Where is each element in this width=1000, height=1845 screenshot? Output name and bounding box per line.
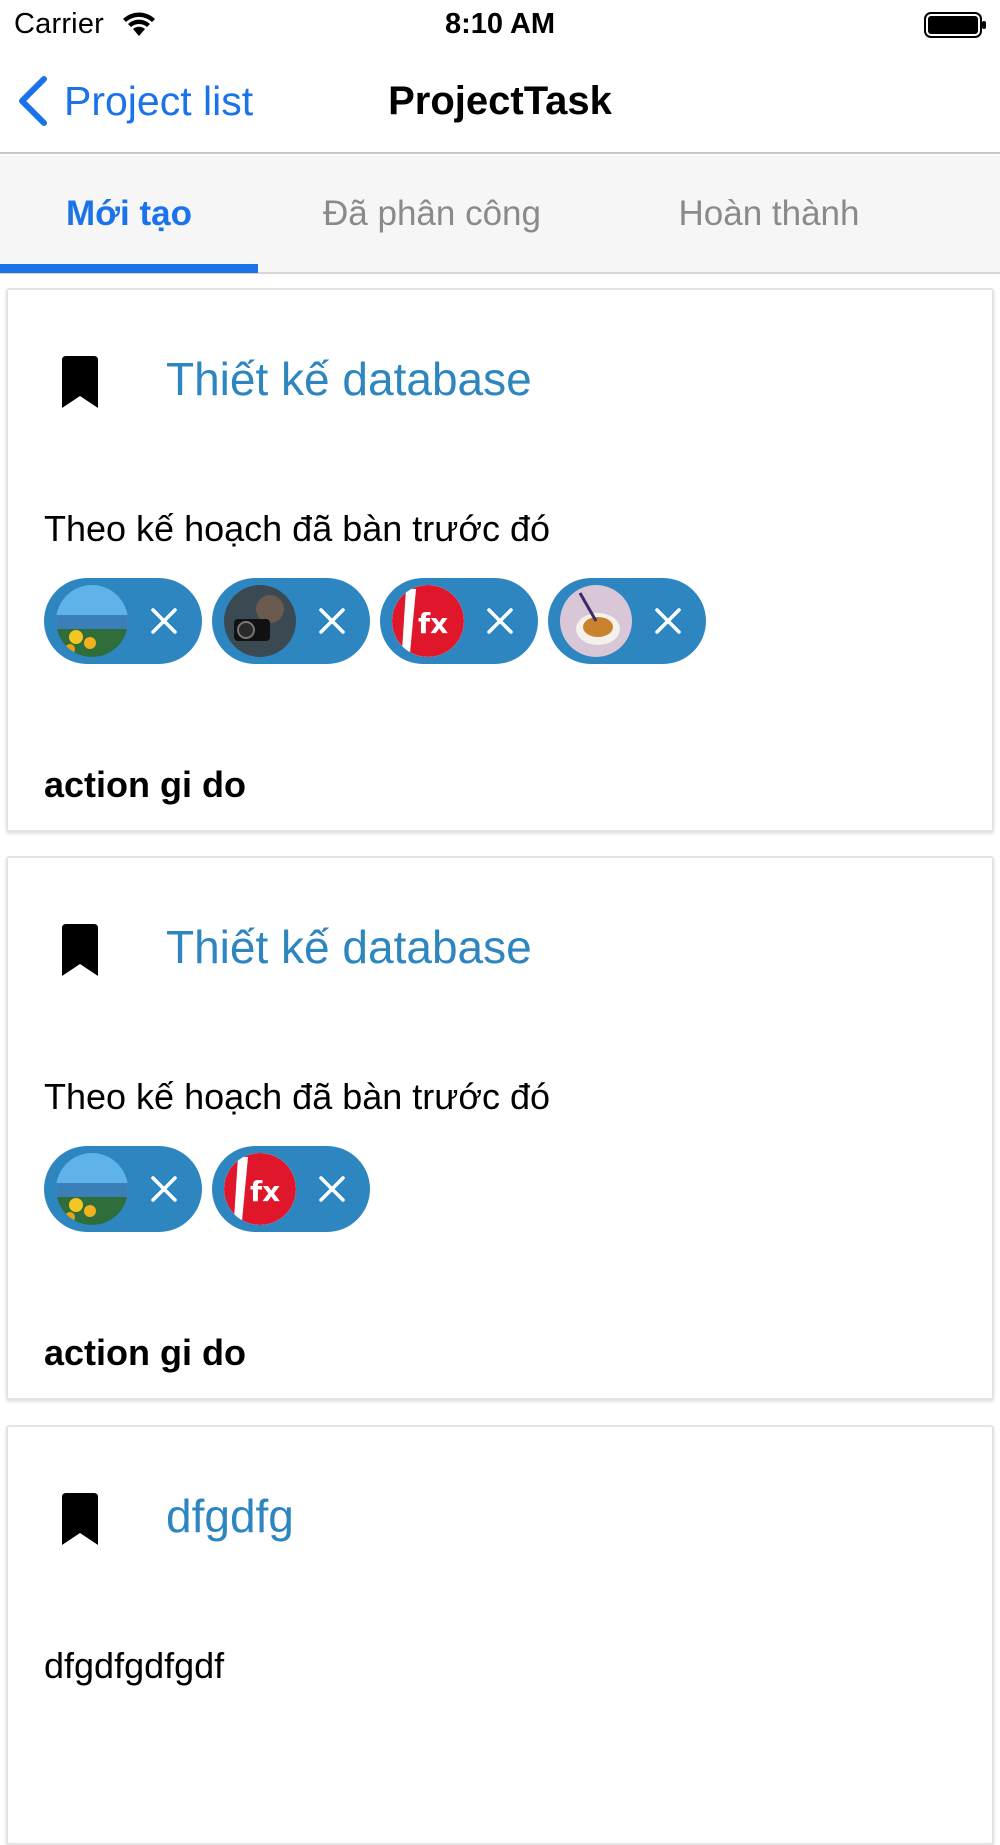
- task-action[interactable]: action gi do: [44, 764, 246, 806]
- status-bar: Carrier 8:10 AM: [0, 0, 1000, 50]
- assignee-chip[interactable]: [44, 1146, 202, 1232]
- bookmark-icon: [62, 356, 98, 408]
- assignee-list: fx: [44, 1146, 380, 1232]
- close-icon[interactable]: [150, 1175, 178, 1203]
- active-tab-indicator: [0, 264, 258, 273]
- svg-text:fx: fx: [418, 607, 448, 640]
- close-icon[interactable]: [318, 607, 346, 635]
- task-description: dfgdfgdfgdf: [44, 1645, 225, 1686]
- task-card[interactable]: Thiết kế database Theo kế hoạch đã bàn t…: [6, 288, 994, 832]
- svg-text:fx: fx: [250, 1175, 280, 1208]
- close-icon[interactable]: [318, 1175, 346, 1203]
- close-icon[interactable]: [150, 607, 178, 635]
- avatar: [224, 585, 296, 657]
- task-card[interactable]: Thiết kế database Theo kế hoạch đã bàn t…: [6, 856, 994, 1400]
- assignee-chip[interactable]: fx: [212, 1146, 370, 1232]
- tab-bar: Mới tạo Đã phân công Hoàn thành: [0, 156, 1000, 274]
- task-description: Theo kế hoạch đã bàn trước đó: [44, 1076, 551, 1117]
- close-icon[interactable]: [486, 607, 514, 635]
- bookmark-icon: [62, 1493, 98, 1545]
- avatar: [56, 1153, 128, 1225]
- task-title: Thiết kế database: [166, 353, 532, 405]
- avatar: [56, 585, 128, 657]
- tab-assigned[interactable]: Đã phân công: [258, 156, 606, 272]
- battery-icon: [924, 12, 986, 38]
- close-icon[interactable]: [654, 607, 682, 635]
- bookmark-icon: [62, 924, 98, 976]
- tab-completed[interactable]: Hoàn thành: [606, 156, 932, 272]
- avatar: fx: [224, 1153, 296, 1225]
- status-time: 8:10 AM: [444, 8, 556, 40]
- task-title: Thiết kế database: [166, 921, 532, 973]
- task-card[interactable]: dfgdfg dfgdfgdfgdf: [6, 1425, 994, 1845]
- tab-new[interactable]: Mới tạo: [0, 156, 258, 272]
- task-title: dfgdfg: [166, 1490, 294, 1542]
- task-action[interactable]: action gi do: [44, 1332, 246, 1374]
- assignee-list: fx: [44, 578, 716, 664]
- assignee-chip[interactable]: [212, 578, 370, 664]
- navigation-bar: Project list ProjectTask: [0, 50, 1000, 154]
- page-title: ProjectTask: [388, 79, 612, 123]
- avatar: [560, 585, 632, 657]
- assignee-chip[interactable]: [44, 578, 202, 664]
- assignee-chip[interactable]: [548, 578, 706, 664]
- task-description: Theo kế hoạch đã bàn trước đó: [44, 508, 551, 549]
- assignee-chip[interactable]: fx: [380, 578, 538, 664]
- avatar: fx: [392, 585, 464, 657]
